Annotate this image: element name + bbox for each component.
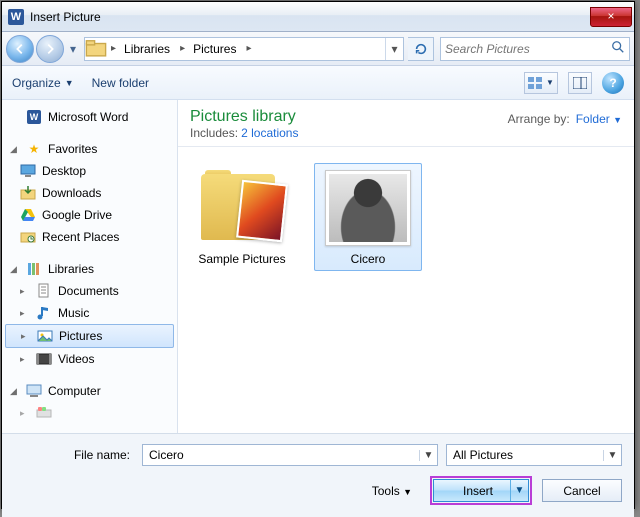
sidebar-favorites[interactable]: ◢ ★ Favorites <box>2 138 177 160</box>
sidebar-recent-places[interactable]: Recent Places <box>2 226 177 248</box>
sidebar-desktop[interactable]: Desktop <box>2 160 177 182</box>
drive-icon <box>36 405 52 421</box>
filename-combo[interactable]: ▼ <box>142 444 438 466</box>
file-filter-combo[interactable]: All Pictures ▼ <box>446 444 622 466</box>
chevron-down-icon: ▼ <box>403 487 412 497</box>
word-icon: W <box>26 109 42 125</box>
chevron-down-icon[interactable]: ▼ <box>603 450 621 461</box>
chevron-right-icon: ▸ <box>20 354 30 365</box>
nav-bar: ▾ ▸ Libraries ▸ Pictures ▸ ▾ <box>2 32 634 66</box>
chevron-down-icon: ▼ <box>546 78 554 87</box>
insert-picture-dialog: W Insert Picture × ▾ ▸ Libraries ▸ Pictu… <box>1 1 635 509</box>
arrange-by: Arrange by: Folder ▼ <box>508 108 622 140</box>
chevron-right-icon: ▸ <box>176 43 189 54</box>
sidebar-computer[interactable]: ◢ Computer <box>2 380 177 402</box>
chevron-right-icon: ▸ <box>20 408 30 419</box>
item-cicero[interactable]: Cicero <box>314 163 422 271</box>
filename-label: File name: <box>14 448 134 462</box>
chevron-down-icon: ◢ <box>10 264 20 275</box>
search-box[interactable] <box>440 37 630 61</box>
sidebar-videos[interactable]: ▸ Videos <box>2 348 177 370</box>
item-label: Cicero <box>319 252 417 266</box>
chevron-right-icon: ▸ <box>20 308 30 319</box>
chevron-down-icon: ◢ <box>10 386 20 397</box>
location-icon <box>85 38 107 60</box>
chevron-right-icon: ▸ <box>107 43 120 54</box>
music-icon <box>36 305 52 321</box>
libraries-icon <box>26 261 42 277</box>
nav-history-dropdown[interactable]: ▾ <box>66 35 80 63</box>
insert-split-dropdown[interactable]: ▼ <box>510 480 528 501</box>
library-title: Pictures library <box>190 108 298 126</box>
arrange-by-dropdown[interactable]: Folder ▼ <box>576 112 622 126</box>
nav-forward-button[interactable] <box>36 35 64 63</box>
insert-highlight: Insert ▼ <box>430 476 532 505</box>
filename-input[interactable] <box>143 448 419 462</box>
breadcrumb-libraries[interactable]: Libraries <box>120 38 176 60</box>
cancel-button[interactable]: Cancel <box>542 479 622 502</box>
insert-button[interactable]: Insert ▼ <box>433 479 529 502</box>
sidebar-music[interactable]: ▸ Music <box>2 302 177 324</box>
close-button[interactable]: × <box>590 7 632 27</box>
titlebar: W Insert Picture × <box>2 2 634 32</box>
organize-button[interactable]: Organize ▼ <box>12 76 74 90</box>
sidebar-google-drive[interactable]: Google Drive <box>2 204 177 226</box>
google-drive-icon <box>20 207 36 223</box>
item-sample-pictures[interactable]: Sample Pictures <box>188 163 296 271</box>
sidebar-os-drive[interactable]: ▸ <box>2 402 177 424</box>
library-subtitle: Includes: 2 locations <box>190 126 298 140</box>
folder-icon <box>199 170 285 246</box>
pictures-icon <box>37 328 53 344</box>
chevron-right-icon: ▸ <box>242 43 255 54</box>
desktop-icon <box>20 163 36 179</box>
chevron-right-icon: ▸ <box>21 331 31 342</box>
toolbar: Organize ▼ New folder ▼ ? <box>2 66 634 100</box>
image-thumbnail <box>325 170 411 246</box>
sidebar-libraries[interactable]: ◢ Libraries <box>2 258 177 280</box>
recent-icon <box>20 229 36 245</box>
view-options-button[interactable]: ▼ <box>524 72 558 94</box>
chevron-down-icon: ◢ <box>10 144 20 155</box>
breadcrumb-pictures[interactable]: Pictures <box>189 38 242 60</box>
search-input[interactable] <box>441 42 607 56</box>
includes-locations-link[interactable]: 2 locations <box>241 126 298 140</box>
downloads-icon <box>20 185 36 201</box>
videos-icon <box>36 351 52 367</box>
star-icon: ★ <box>26 141 42 157</box>
sidebar-documents[interactable]: ▸ Documents <box>2 280 177 302</box>
refresh-button[interactable] <box>408 37 434 61</box>
window-title: Insert Picture <box>30 10 590 24</box>
content-pane: Pictures library Includes: 2 locations A… <box>178 100 634 433</box>
sidebar-pictures[interactable]: ▸ Pictures <box>5 324 174 348</box>
breadcrumb[interactable]: ▸ Libraries ▸ Pictures ▸ ▾ <box>84 37 404 61</box>
search-icon[interactable] <box>607 40 629 57</box>
word-app-icon: W <box>8 9 24 25</box>
sidebar-downloads[interactable]: Downloads <box>2 182 177 204</box>
bottom-panel: File name: ▼ All Pictures ▼ Tools ▼ Inse… <box>2 433 634 517</box>
chevron-right-icon: ▸ <box>20 286 30 297</box>
chevron-down-icon: ▼ <box>65 78 74 88</box>
breadcrumb-dropdown[interactable]: ▾ <box>385 38 403 60</box>
items-list: Sample Pictures Cicero <box>178 147 634 433</box>
library-header: Pictures library Includes: 2 locations A… <box>178 100 634 147</box>
chevron-down-icon: ▼ <box>613 115 622 125</box>
new-folder-button[interactable]: New folder <box>92 76 149 90</box>
nav-back-button[interactable] <box>6 35 34 63</box>
chevron-down-icon[interactable]: ▼ <box>419 450 437 461</box>
documents-icon <box>36 283 52 299</box>
tools-dropdown[interactable]: Tools ▼ <box>372 484 412 498</box>
computer-icon <box>26 383 42 399</box>
sidebar-word[interactable]: W Microsoft Word <box>2 106 177 128</box>
help-button[interactable]: ? <box>602 72 624 94</box>
sidebar: W Microsoft Word ◢ ★ Favorites Desktop D… <box>2 100 178 433</box>
preview-pane-button[interactable] <box>568 72 592 94</box>
item-label: Sample Pictures <box>193 252 291 266</box>
